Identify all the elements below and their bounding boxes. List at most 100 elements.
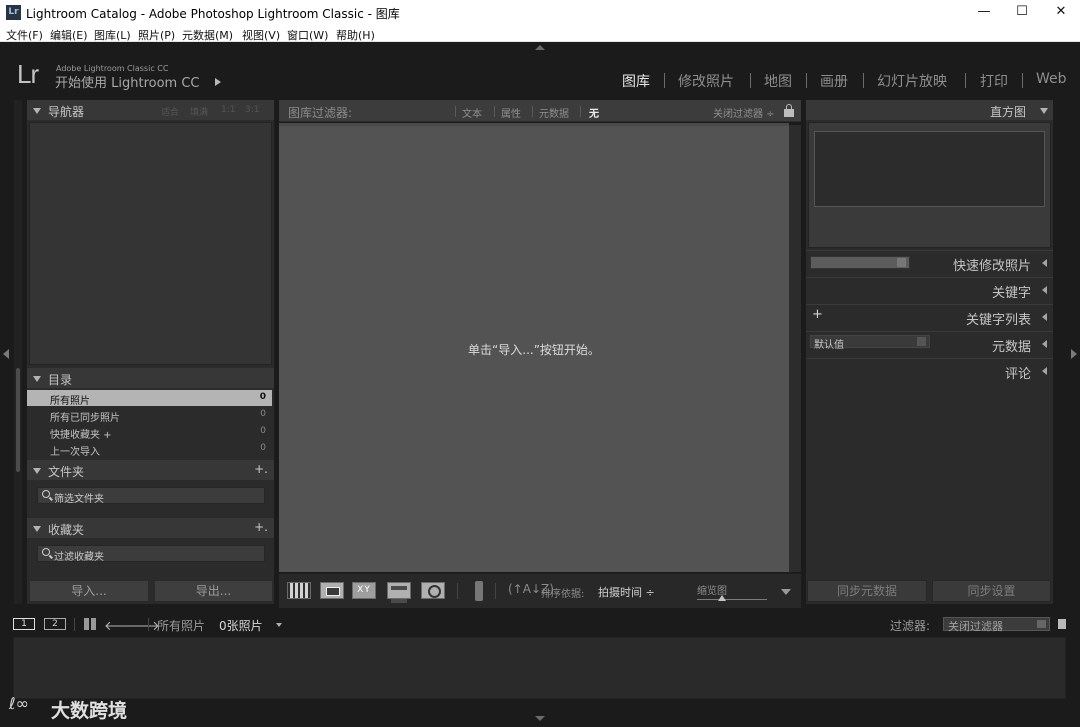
filter-lock-icon[interactable] (1058, 619, 1066, 629)
photo-count[interactable]: 0张照片 (219, 617, 263, 634)
module-print[interactable]: 打印 (980, 71, 1008, 91)
toolbar-options-chevron-down-icon[interactable] (781, 589, 791, 595)
module-separator (965, 73, 966, 88)
filmstrip-filter-dropdown[interactable]: 关闭过滤器 (943, 617, 1050, 633)
window-title-bar: Lr Lightroom Catalog - Adobe Photoshop L… (0, 0, 1080, 25)
thumbnail-size-slider[interactable] (697, 599, 767, 600)
module-develop[interactable]: 修改照片 (678, 71, 734, 91)
catalog-item-previous-import[interactable]: 上一次导入 0 (27, 441, 272, 458)
metadata-title: 元数据 (991, 340, 1031, 355)
maximize-button[interactable]: ☐ (1004, 2, 1040, 22)
survey-view-icon[interactable] (387, 582, 411, 603)
comments-header[interactable]: 评论 (806, 358, 1053, 382)
secondary-screen-button[interactable]: 2 (44, 618, 66, 630)
sort-order-dropdown[interactable]: 拍摄时间 ÷ (598, 584, 655, 600)
collapse-triangle-icon (1042, 259, 1047, 267)
people-view-icon[interactable] (421, 582, 445, 599)
menu-library[interactable]: 图库(L) (94, 27, 131, 43)
left-panel-scrollbar-thumb[interactable] (16, 368, 20, 472)
zoom-1-1[interactable]: 1:1 (221, 105, 235, 115)
folders-title: 文件夹 (48, 465, 85, 479)
menu-photo[interactable]: 照片(P) (138, 27, 175, 43)
chevron-down-icon[interactable] (276, 623, 282, 627)
catalog-item-quick-collection[interactable]: 快捷收藏夹 + 0 (27, 424, 272, 441)
collapse-left-panel-icon[interactable] (3, 349, 9, 359)
zoom-fit[interactable]: 适合 (161, 105, 179, 118)
keywording-header[interactable]: 关键字 (806, 277, 1053, 301)
main-screen-button[interactable]: 1 (13, 618, 35, 630)
filter-metadata[interactable]: 元数据 (539, 105, 569, 120)
collapse-right-panel-icon[interactable] (1071, 349, 1077, 359)
menu-metadata[interactable]: 元数据(M) (182, 27, 233, 43)
loupe-view-icon[interactable] (320, 582, 344, 599)
module-slideshow[interactable]: 幻灯片放映 (877, 71, 947, 91)
keyword-list-header[interactable]: + 关键字列表 (806, 304, 1053, 328)
minimize-button[interactable]: — (966, 2, 1002, 22)
thumbnail-size-slider-knob[interactable] (717, 595, 726, 601)
filter-presets-dropdown[interactable]: 关闭过滤器 ÷ (713, 105, 775, 120)
painter-spray-can-icon[interactable] (475, 581, 483, 601)
collapse-triangle-icon (1042, 340, 1047, 348)
window-title: Lightroom Catalog - Adobe Photoshop Ligh… (26, 7, 400, 21)
zoom-3-1[interactable]: 3:1 (245, 105, 259, 115)
histogram-header[interactable]: 直方图 (806, 100, 1053, 120)
filter-folders-input[interactable]: 筛选文件夹 (37, 487, 265, 505)
grid-view-area[interactable]: 单击“导入...”按钮开始。 (279, 123, 789, 572)
navigator-header[interactable]: 导航器 适合 填满 1:1 3:1 (27, 100, 274, 120)
catalog-header[interactable]: 目录 (27, 368, 274, 388)
module-map[interactable]: 地图 (764, 71, 792, 91)
compare-view-icon[interactable]: XY (352, 582, 376, 599)
grid-icon[interactable] (84, 618, 96, 630)
filter-collections-input[interactable]: 过滤收藏夹 (37, 545, 265, 563)
get-started-link[interactable]: 开始使用 Lightroom CC (55, 72, 200, 91)
collapse-triangle-icon (1042, 313, 1047, 321)
histogram-title: 直方图 (990, 105, 1027, 119)
filter-separator (455, 106, 456, 117)
grid-view-icon[interactable] (287, 582, 311, 599)
toolbar-separator (495, 583, 496, 599)
left-panel-scrollbar-track[interactable] (14, 100, 22, 604)
catalog-item-all-photos[interactable]: 所有照片 0 (27, 390, 272, 407)
collections-title: 收藏夹 (48, 523, 85, 537)
module-book[interactable]: 画册 (820, 71, 848, 91)
play-arrow-icon[interactable] (215, 78, 221, 86)
collapse-top-panel-icon[interactable] (535, 45, 545, 50)
watermark-text: 大数跨境 (51, 700, 128, 722)
filter-separator (532, 106, 533, 117)
filter-none[interactable]: 无 (589, 105, 599, 120)
lock-icon[interactable] (784, 104, 794, 117)
sync-metadata-button[interactable]: 同步元数据 (807, 580, 927, 602)
close-button[interactable]: ✕ (1043, 2, 1079, 22)
module-separator (750, 73, 751, 88)
histogram-display (808, 122, 1051, 248)
add-folder-button[interactable]: +. (254, 462, 268, 476)
menu-help[interactable]: 帮助(H) (336, 27, 375, 43)
module-library[interactable]: 图库 (622, 71, 650, 91)
forward-arrow-icon[interactable]: 🡒 (125, 618, 160, 634)
export-button[interactable]: 导出... (154, 580, 273, 602)
catalog-item-synced[interactable]: 所有已同步照片 0 (27, 407, 272, 424)
filmstrip-source[interactable]: 所有照片 (157, 617, 205, 634)
menu-window[interactable]: 窗口(W) (287, 27, 328, 43)
metadata-header[interactable]: 元数据 (806, 331, 1053, 355)
collapse-filmstrip-icon[interactable] (535, 716, 545, 721)
filter-text[interactable]: 文本 (462, 105, 482, 120)
collections-header[interactable]: 收藏夹 +. (27, 518, 274, 538)
add-keyword-button[interactable]: + (812, 307, 823, 322)
menu-view[interactable]: 视图(V) (242, 27, 280, 43)
toolbar-separator (457, 583, 458, 599)
folders-header[interactable]: 文件夹 +. (27, 460, 274, 480)
menu-edit[interactable]: 编辑(E) (50, 27, 88, 43)
sync-settings-button[interactable]: 同步设置 (932, 580, 1051, 602)
quick-develop-header[interactable]: 快速修改照片 (806, 250, 1053, 274)
filmstrip[interactable] (13, 637, 1066, 699)
navigator-preview[interactable] (29, 122, 272, 365)
filter-attribute[interactable]: 属性 (501, 105, 521, 120)
zoom-fill[interactable]: 填满 (190, 105, 208, 118)
module-web[interactable]: Web (1036, 71, 1067, 87)
grid-scrollbar[interactable] (789, 125, 801, 572)
import-button[interactable]: 导入... (29, 580, 149, 602)
add-collection-button[interactable]: +. (254, 520, 268, 534)
menu-file[interactable]: 文件(F) (6, 27, 43, 43)
watermark-logo: ℓ∞ 大数跨境 (9, 692, 149, 722)
